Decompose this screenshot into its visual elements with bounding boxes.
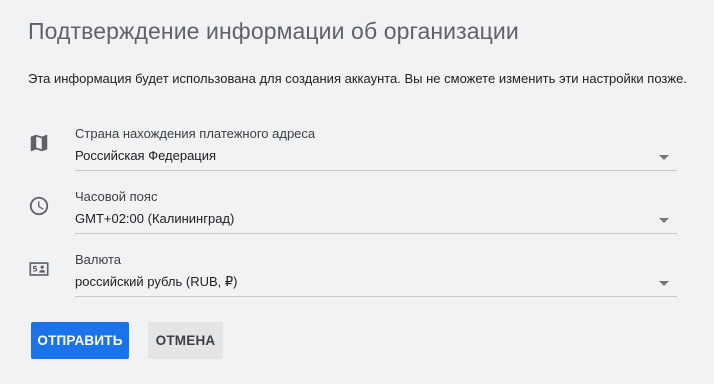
billing-country-row: Страна нахождения платежного адреса Росс… (28, 126, 678, 178)
currency-select[interactable]: российский рубль (RUB, ₽) (75, 272, 677, 297)
currency-row: Валюта российский рубль (RUB, ₽) (28, 252, 678, 304)
chevron-down-icon (659, 281, 669, 286)
timezone-label: Часовой пояс (75, 189, 158, 204)
cancel-button[interactable]: ОТМЕНА (148, 322, 223, 359)
chevron-down-icon (659, 218, 669, 223)
chevron-down-icon (659, 155, 669, 160)
billing-country-label: Страна нахождения платежного адреса (75, 126, 316, 141)
page-description: Эта информация будет использована для со… (28, 71, 687, 86)
timezone-value: GMT+02:00 (Калининград) (75, 211, 235, 226)
clock-icon (28, 195, 50, 217)
currency-value: российский рубль (RUB, ₽) (75, 274, 238, 289)
billing-country-select[interactable]: Российская Федерация (75, 146, 677, 171)
map-icon (28, 132, 50, 154)
timezone-row: Часовой пояс GMT+02:00 (Калининград) (28, 189, 678, 241)
currency-label: Валюта (75, 252, 121, 267)
billing-country-value: Российская Федерация (75, 148, 217, 163)
currency-icon (28, 258, 50, 280)
submit-button[interactable]: ОТПРАВИТЬ (31, 322, 129, 359)
timezone-select[interactable]: GMT+02:00 (Калининград) (75, 209, 677, 234)
page-title: Подтверждение информации об организации (28, 18, 519, 44)
